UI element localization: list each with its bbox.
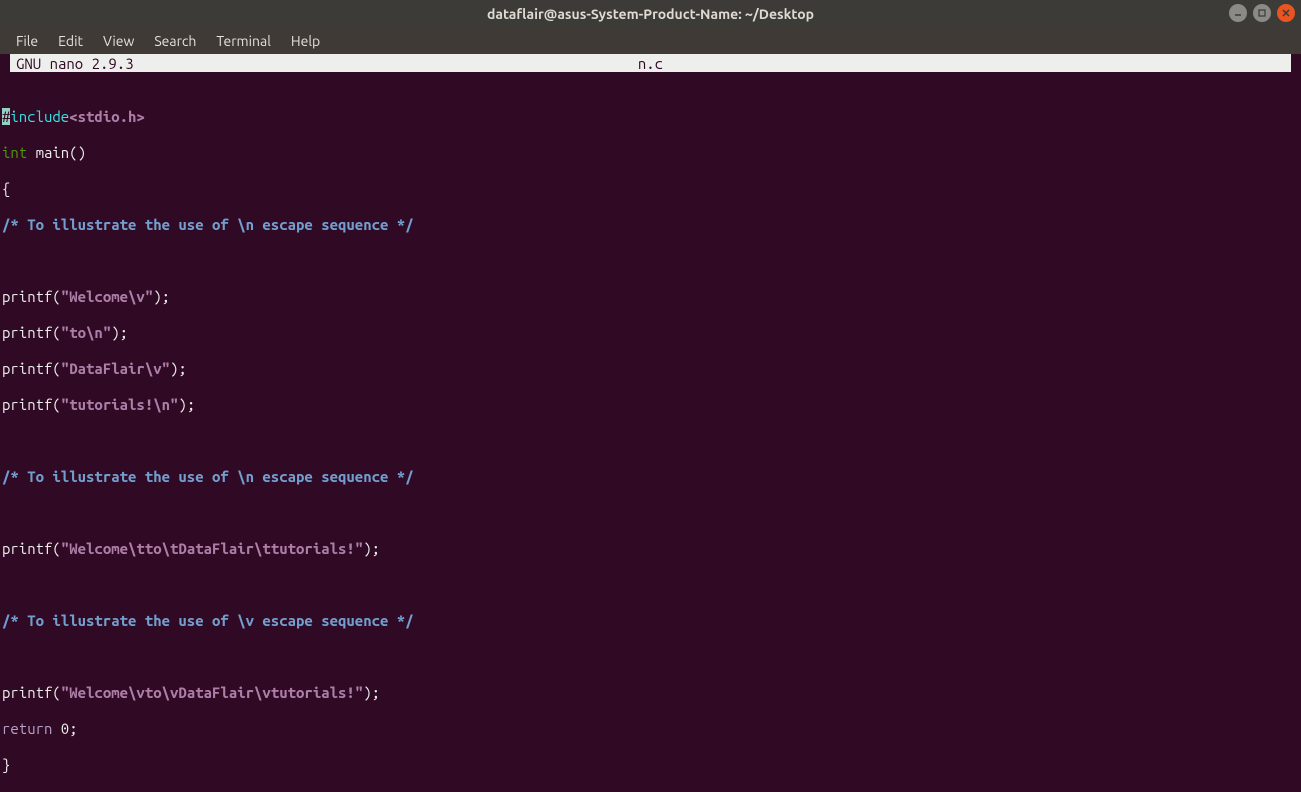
code-text: printf( bbox=[2, 684, 61, 701]
type-keyword: int bbox=[2, 144, 27, 161]
blank-line bbox=[2, 648, 1299, 666]
window-controls bbox=[1229, 4, 1295, 22]
menu-edit[interactable]: Edit bbox=[50, 31, 91, 51]
comment: /* To illustrate the use of \v escape se… bbox=[2, 612, 414, 629]
include-header: <stdio.h> bbox=[69, 108, 145, 125]
code-line: printf("Welcome\tto\tDataFlair\ttutorial… bbox=[2, 540, 1299, 558]
code-line: /* To illustrate the use of \n escape se… bbox=[2, 468, 1299, 486]
menu-terminal[interactable]: Terminal bbox=[208, 31, 279, 51]
code-line: { bbox=[2, 180, 1299, 198]
code-text: ); bbox=[170, 360, 187, 377]
code-line: printf("DataFlair\v"); bbox=[2, 360, 1299, 378]
code-line: #include<stdio.h> bbox=[2, 108, 1299, 126]
menu-search[interactable]: Search bbox=[146, 31, 204, 51]
string-literal: "Welcome\tto\tDataFlair\ttutorials!" bbox=[61, 540, 363, 557]
string-literal: "tutorials!\n" bbox=[61, 396, 179, 413]
code-text: ); bbox=[178, 396, 195, 413]
comment: /* To illustrate the use of \n escape se… bbox=[2, 468, 414, 485]
blank-line bbox=[2, 432, 1299, 450]
spacer-row bbox=[0, 72, 1301, 90]
string-literal: "to\n" bbox=[61, 324, 111, 341]
nano-header-bar: GNU nano 2.9.3 n.c bbox=[10, 54, 1291, 72]
close-button[interactable] bbox=[1277, 4, 1295, 22]
code-text: ); bbox=[153, 288, 170, 305]
preproc-keyword: include bbox=[10, 108, 69, 125]
blank-line bbox=[2, 252, 1299, 270]
code-text: printf( bbox=[2, 540, 61, 557]
maximize-button[interactable] bbox=[1253, 4, 1271, 22]
menu-file[interactable]: File bbox=[8, 31, 46, 51]
string-literal: "Welcome\v" bbox=[61, 288, 153, 305]
code-line: printf("to\n"); bbox=[2, 324, 1299, 342]
string-literal: "Welcome\vto\vDataFlair\vtutorials!" bbox=[61, 684, 363, 701]
code-line: } bbox=[2, 756, 1299, 774]
comment: /* To illustrate the use of \n escape se… bbox=[2, 216, 414, 233]
code-text: printf( bbox=[2, 360, 61, 377]
code-text: } bbox=[2, 756, 10, 773]
title-bar: dataflair@asus-System-Product-Name: ~/De… bbox=[0, 0, 1301, 28]
code-text: printf( bbox=[2, 288, 61, 305]
menu-help[interactable]: Help bbox=[283, 31, 328, 51]
code-text: ); bbox=[363, 684, 380, 701]
code-line: printf("Welcome\v"); bbox=[2, 288, 1299, 306]
code-text: ); bbox=[111, 324, 128, 341]
minimize-button[interactable] bbox=[1229, 4, 1247, 22]
blank-line bbox=[2, 504, 1299, 522]
menu-bar: File Edit View Search Terminal Help bbox=[0, 28, 1301, 54]
code-text: ); bbox=[363, 540, 380, 557]
code-line: printf("Welcome\vto\vDataFlair\vtutorial… bbox=[2, 684, 1299, 702]
code-text: main() bbox=[27, 144, 86, 161]
code-text: 0; bbox=[52, 720, 77, 737]
return-keyword: return bbox=[2, 720, 52, 737]
code-line: /* To illustrate the use of \v escape se… bbox=[2, 612, 1299, 630]
code-text: printf( bbox=[2, 396, 61, 413]
code-line: /* To illustrate the use of \n escape se… bbox=[2, 216, 1299, 234]
code-line: int main() bbox=[2, 144, 1299, 162]
menu-view[interactable]: View bbox=[95, 31, 142, 51]
code-line: return 0; bbox=[2, 720, 1299, 738]
code-line: printf("tutorials!\n"); bbox=[2, 396, 1299, 414]
string-literal: "DataFlair\v" bbox=[61, 360, 170, 377]
blank-line bbox=[2, 576, 1299, 594]
nano-version: GNU nano 2.9.3 bbox=[10, 55, 134, 72]
editor-area[interactable]: #include<stdio.h> int main() { /* To ill… bbox=[0, 90, 1301, 792]
window-title: dataflair@asus-System-Product-Name: ~/De… bbox=[487, 6, 814, 22]
nano-filename: n.c bbox=[638, 55, 663, 72]
code-text: printf( bbox=[2, 324, 61, 341]
code-text: { bbox=[2, 180, 10, 197]
